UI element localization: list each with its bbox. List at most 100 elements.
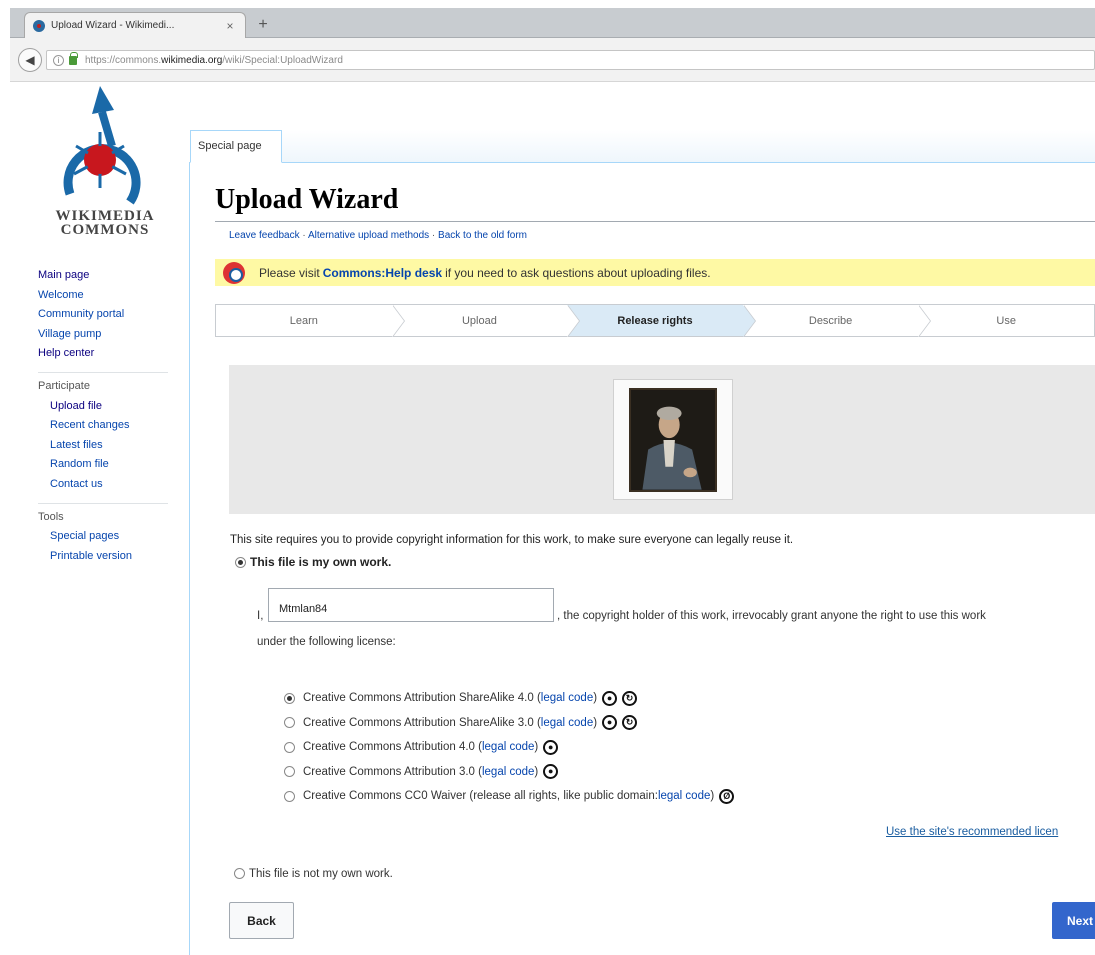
license-label: Creative Commons CC0 Waiver (release all… [303, 790, 658, 803]
title-divider [215, 221, 1095, 222]
sidebar-item-community-portal[interactable]: Community portal [38, 305, 186, 325]
step-label: Learn [289, 314, 318, 327]
address-bar[interactable]: i https://commons. wikimedia.org/wiki/Spe… [46, 50, 1095, 70]
sidebar-heading-participate: Participate [38, 371, 168, 397]
license-option-cc0[interactable]: Creative Commons CC0 Waiver (release all… [284, 784, 735, 809]
url-prefix: https://commons. [85, 54, 162, 66]
copyright-intro-text: This site requires you to provide copyri… [230, 534, 794, 546]
sidebar-item-village-pump[interactable]: Village pump [38, 325, 186, 345]
sidebar-item-contact-us[interactable]: Contact us [38, 475, 186, 495]
cc-by-icon: ● [602, 690, 618, 706]
help-notice-banner: Please visit Commons:Help desk if you ne… [215, 259, 1095, 286]
cc-sa-icon: ↻ [622, 690, 638, 706]
license-option-cc-by-4[interactable]: Creative Commons Attribution 4.0 (legal … [284, 735, 734, 760]
page-title: Upload Wizard [215, 184, 399, 215]
license-option-cc-by-3[interactable]: Creative Commons Attribution 3.0 (legal … [284, 760, 734, 785]
license-close-paren: ) [534, 741, 539, 754]
own-work-label: This file is my own work. [250, 555, 392, 569]
license-radio[interactable] [284, 741, 295, 753]
recommended-license-link[interactable]: Use the site's recommended licen [886, 826, 1058, 838]
sidebar-tools-list: Special pages Printable version [38, 527, 186, 566]
help-search-icon [223, 261, 245, 284]
old-form-link[interactable]: Back to the old form [438, 230, 527, 241]
separator: · [429, 230, 439, 241]
own-work-option[interactable]: This file is my own work. [235, 555, 391, 569]
license-option-cc-by-sa-4[interactable]: Creative Commons Attribution ShareAlike … [284, 686, 734, 711]
step-arrow [567, 305, 580, 337]
sidebar-item-recent-changes[interactable]: Recent changes [38, 416, 186, 436]
legal-code-link[interactable]: legal code [482, 766, 534, 778]
legal-code-link[interactable]: legal code [482, 741, 534, 753]
wizard-steps: Learn Upload Release rights Describe Use [215, 304, 1095, 337]
step-arrow [391, 305, 404, 337]
wikimedia-favicon-icon [33, 19, 45, 32]
license-option-cc-by-sa-3[interactable]: Creative Commons Attribution ShareAlike … [284, 711, 734, 736]
legal-code-link[interactable]: legal code [541, 692, 593, 704]
sidebar-item-help-center[interactable]: Help center [38, 344, 186, 364]
not-own-work-option[interactable]: This file is not my own work. [234, 868, 393, 880]
cc-zero-icon: Ø [719, 788, 735, 804]
step-label: Describe [808, 314, 853, 327]
grant-text-continued: under the following license: [257, 636, 396, 648]
step-use: Use [918, 305, 1094, 336]
step-arrow [918, 305, 931, 337]
license-label: Creative Commons Attribution 3.0 ( [303, 765, 482, 778]
sidebar-participate-list: Upload file Recent changes Latest files … [38, 397, 186, 495]
step-arrow [742, 305, 755, 337]
info-icon[interactable]: i [53, 54, 64, 66]
sidebar-item-latest-files[interactable]: Latest files [38, 436, 186, 456]
step-release-rights: Release rights [567, 305, 756, 337]
browser-back-button[interactable]: ◀ [18, 48, 42, 72]
portrait-thumbnail-image[interactable] [629, 388, 717, 492]
leave-feedback-link[interactable]: Leave feedback [229, 230, 300, 241]
alternative-upload-link[interactable]: Alternative upload methods [308, 230, 429, 241]
step-label: Release rights [617, 314, 693, 327]
grant-text: , the copyright holder of this work, irr… [557, 610, 986, 622]
sidebar-item-random-file[interactable]: Random file [38, 455, 186, 475]
page-tabs-strip [282, 130, 1095, 163]
browser-navigation-bar: ◀ i https://commons. wikimedia.org/wiki/S… [10, 38, 1095, 82]
step-label: Upload [461, 314, 497, 327]
cc-by-icon: ● [602, 715, 618, 731]
browser-tab-title: Upload Wizard - Wikimedi... [51, 20, 175, 31]
own-work-radio[interactable] [235, 557, 246, 569]
license-close-paren: ) [534, 765, 539, 778]
license-label: Creative Commons Attribution 4.0 ( [303, 741, 482, 754]
url-path: /wiki/Special:UploadWizard [222, 54, 343, 66]
license-close-paren: ) [593, 716, 598, 729]
license-label: Creative Commons Attribution ShareAlike … [303, 692, 541, 705]
browser-tab-bar: Upload Wizard - Wikimedi... × + [10, 8, 1095, 38]
notice-text-before: Please visit [259, 265, 320, 280]
step-learn: Learn [216, 305, 405, 337]
help-desk-link[interactable]: Commons:Help desk [323, 266, 442, 280]
tab-special-page[interactable]: Special page [190, 130, 282, 163]
separator: · [299, 230, 308, 241]
sidebar-item-welcome[interactable]: Welcome [38, 286, 186, 306]
sidebar-item-printable-version[interactable]: Printable version [38, 547, 186, 567]
sidebar-heading-tools: Tools [38, 502, 168, 528]
copyright-holder-input[interactable] [268, 588, 554, 622]
i-label: I, [257, 610, 264, 622]
browser-tab[interactable]: Upload Wizard - Wikimedi... × [24, 12, 246, 38]
back-button[interactable]: Back [229, 902, 294, 939]
next-button[interactable]: Next [1052, 902, 1095, 939]
step-label: Use [996, 314, 1016, 327]
not-own-work-radio[interactable] [234, 868, 245, 880]
cc-by-icon: ● [543, 739, 559, 755]
notice-text-after: if you need to ask questions about uploa… [445, 265, 711, 280]
sidebar-item-special-pages[interactable]: Special pages [38, 527, 186, 547]
license-radio[interactable] [284, 766, 295, 778]
license-radio[interactable] [284, 717, 295, 729]
cc-sa-icon: ↻ [622, 715, 638, 731]
close-tab-icon[interactable]: × [223, 19, 237, 33]
license-close-paren: ) [593, 692, 598, 705]
license-label: Creative Commons Attribution ShareAlike … [303, 716, 541, 729]
new-tab-button[interactable]: + [254, 16, 272, 34]
license-radio[interactable] [284, 790, 295, 802]
sidebar-item-upload-file[interactable]: Upload file [38, 397, 186, 417]
license-radio[interactable] [284, 692, 295, 704]
legal-code-link[interactable]: legal code [658, 790, 710, 802]
license-options: Creative Commons Attribution ShareAlike … [284, 686, 735, 809]
legal-code-link[interactable]: legal code [541, 717, 593, 729]
sidebar-item-main-page[interactable]: Main page [38, 266, 186, 286]
